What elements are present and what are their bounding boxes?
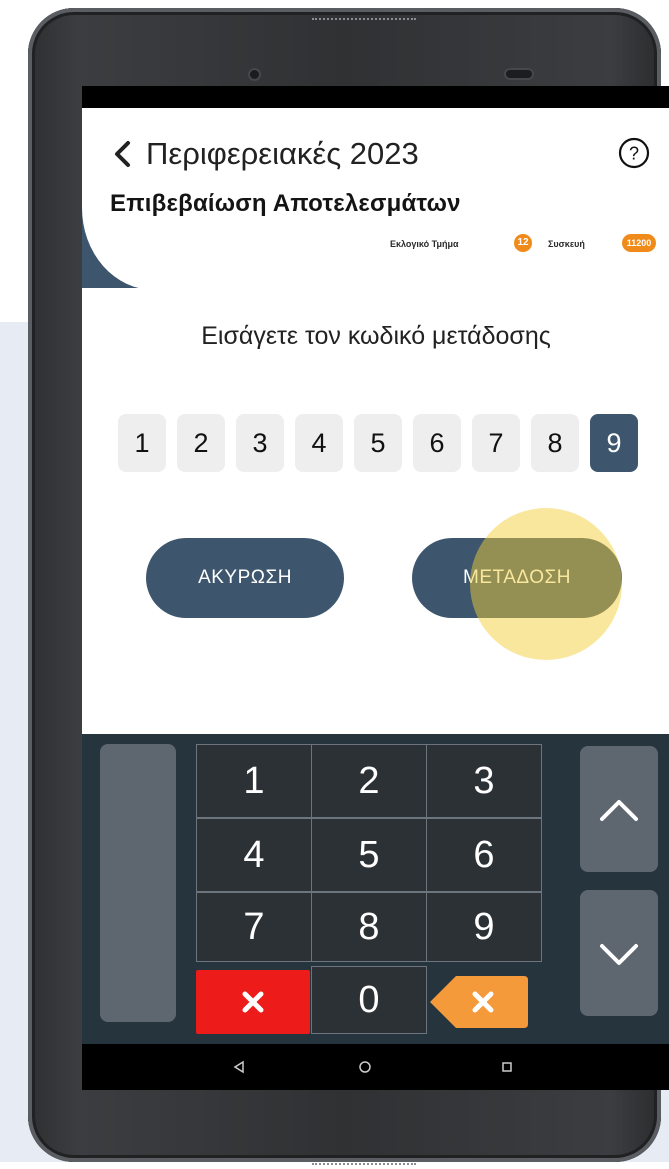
key-6[interactable]: 6 bbox=[426, 818, 542, 892]
scroll-down-button[interactable] bbox=[580, 890, 658, 1016]
code-digit-1: 1 bbox=[118, 414, 166, 472]
front-camera bbox=[250, 70, 259, 79]
key-8[interactable]: 8 bbox=[311, 892, 427, 962]
key-9[interactable]: 9 bbox=[426, 892, 542, 962]
code-display: 1 2 3 4 5 6 7 8 9 bbox=[118, 414, 648, 472]
keypad-side-panel bbox=[100, 744, 176, 1022]
clear-x-icon bbox=[242, 991, 264, 1013]
device-screen: Περιφερειακές 2023 ? Επιβεβαίωση Αποτελε… bbox=[82, 86, 669, 1090]
code-digit-6: 6 bbox=[413, 414, 461, 472]
numeric-keypad: 1 2 3 4 5 6 7 8 9 0 bbox=[82, 734, 669, 1062]
session-info: Εκλογικό Τμήμα 12 Συσκευή 11200 bbox=[382, 234, 669, 254]
code-digit-7: 7 bbox=[472, 414, 520, 472]
home-circle-icon[interactable] bbox=[358, 1060, 372, 1074]
key-2[interactable]: 2 bbox=[311, 744, 427, 818]
key-3[interactable]: 3 bbox=[426, 744, 542, 818]
code-digit-5: 5 bbox=[354, 414, 402, 472]
tablet-device: Περιφερειακές 2023 ? Επιβεβαίωση Αποτελε… bbox=[28, 8, 669, 1165]
device-badge: 11200 bbox=[622, 234, 656, 252]
chevron-down-icon bbox=[600, 944, 638, 965]
key-5[interactable]: 5 bbox=[311, 818, 427, 892]
backspace-button[interactable] bbox=[426, 970, 530, 1034]
page-subtitle: Επιβεβαίωση Αποτελεσμάτων bbox=[110, 190, 461, 217]
page-title: Περιφερειακές 2023 bbox=[146, 136, 419, 171]
key-4[interactable]: 4 bbox=[196, 818, 312, 892]
key-1[interactable]: 1 bbox=[196, 744, 312, 818]
system-navigation-bar bbox=[82, 1044, 669, 1090]
speaker-grille-top bbox=[312, 18, 416, 24]
code-prompt: Εισάγετε τον κωδικό μετάδοσης bbox=[201, 322, 551, 350]
app-screen: Περιφερειακές 2023 ? Επιβεβαίωση Αποτελε… bbox=[82, 108, 669, 734]
code-digit-4: 4 bbox=[295, 414, 343, 472]
precinct-label: Εκλογικό Τμήμα bbox=[390, 239, 459, 249]
help-icon[interactable]: ? bbox=[618, 137, 650, 169]
backspace-icon bbox=[430, 976, 528, 1028]
back-chevron-icon[interactable] bbox=[112, 140, 132, 168]
back-triangle-icon[interactable] bbox=[232, 1060, 246, 1074]
recents-square-icon[interactable] bbox=[500, 1060, 514, 1074]
key-0[interactable]: 0 bbox=[311, 966, 427, 1034]
code-digit-3: 3 bbox=[236, 414, 284, 472]
code-digit-8: 8 bbox=[531, 414, 579, 472]
chevron-up-icon bbox=[600, 800, 638, 821]
earpiece-speaker bbox=[506, 70, 532, 78]
cancel-button[interactable]: ΑΚΥΡΩΣΗ bbox=[146, 538, 344, 618]
touch-indicator bbox=[470, 508, 622, 660]
svg-text:?: ? bbox=[629, 144, 639, 164]
clear-button[interactable] bbox=[196, 970, 310, 1034]
key-7[interactable]: 7 bbox=[196, 892, 312, 962]
precinct-badge: 12 bbox=[514, 234, 532, 252]
scroll-up-button[interactable] bbox=[580, 746, 658, 872]
device-label: Συσκευή bbox=[548, 239, 585, 249]
code-digit-9: 9 bbox=[590, 414, 638, 472]
code-digit-2: 2 bbox=[177, 414, 225, 472]
speaker-grille-bottom bbox=[312, 1163, 416, 1169]
